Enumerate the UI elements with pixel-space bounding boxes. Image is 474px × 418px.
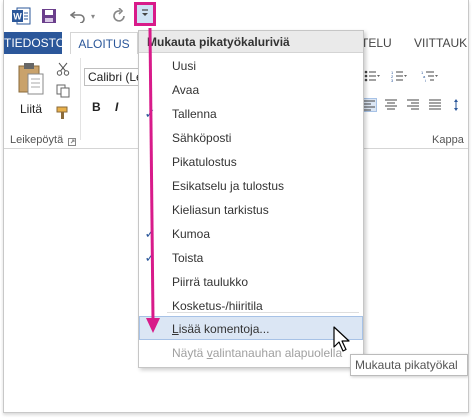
svg-text:i: i (425, 78, 426, 82)
menu-item-avaa[interactable]: Avaa (139, 78, 363, 102)
align-right-icon[interactable] (406, 98, 422, 112)
menu-item-esikatselu[interactable]: Esikatselu ja tulostus (139, 174, 363, 198)
tab-file[interactable]: TIEDOSTO (4, 32, 65, 54)
checkmark-icon: ✓ (144, 250, 156, 265)
menu-separator (167, 312, 359, 313)
customize-quick-access-button[interactable] (134, 2, 156, 26)
italic-button[interactable]: I (115, 100, 118, 114)
bold-button[interactable]: B (92, 100, 101, 114)
word-icon: W (11, 6, 31, 26)
numbering-icon[interactable]: 123 (391, 70, 407, 83)
menu-item-show-below-ribbon: Näytä valintanauhan alapuolella (139, 341, 363, 365)
font-name-field[interactable]: Calibri (Le (84, 68, 142, 86)
paste-button[interactable]: Liitä (14, 62, 48, 118)
bullets-icon[interactable] (364, 70, 380, 82)
cut-icon[interactable] (56, 62, 70, 76)
tooltip: Mukauta pikatyökal (350, 354, 468, 376)
quick-access-toolbar: W ▾ (4, 0, 468, 32)
checkmark-icon: ✓ (144, 226, 156, 241)
paste-icon (18, 63, 44, 95)
menu-item-tallenna[interactable]: ✓ Tallenna (139, 102, 363, 126)
align-center-icon[interactable] (384, 98, 400, 112)
menu-item-label: Avaa (172, 83, 200, 97)
menu-item-kieliasun-tarkistus[interactable]: Kieliasun tarkistus (139, 198, 363, 222)
svg-text:3: 3 (391, 78, 394, 82)
menu-item-label: Lisää komentoja... (172, 322, 270, 336)
menu-item-label: Uusi (172, 59, 197, 73)
menu-item-label: Kosketus-/hiiritila (172, 299, 263, 313)
line-spacing-icon[interactable] (453, 98, 468, 112)
menu-item-kumoa[interactable]: ✓ Kumoa (139, 222, 363, 246)
paste-label: Liitä (19, 102, 42, 116)
customize-qat-menu: Mukauta pikatyökaluriviä Uusi Avaa ✓ Tal… (138, 30, 364, 368)
menu-item-more-commands[interactable]: Lisää komentoja... (139, 316, 363, 340)
menu-item-kosketus-hiiritila[interactable]: Kosketus-/hiiritila (139, 294, 363, 318)
justify-icon[interactable] (428, 98, 444, 112)
tab-references[interactable]: VIITTAUK (414, 32, 467, 54)
menu-item-label: Tallenna (172, 107, 217, 121)
menu-item-pikatulostus[interactable]: Pikatulostus (139, 150, 363, 174)
chevron-down-icon (140, 7, 150, 21)
paragraph-group-label: Kappa (432, 134, 464, 146)
copy-icon[interactable] (56, 84, 70, 98)
redo-icon[interactable] (112, 6, 128, 26)
tab-design[interactable]: TELU (361, 32, 392, 54)
menu-item-label: Pikatulostus (172, 155, 237, 169)
word-window: W ▾ TIEDOSTO ALOITUS TELU VIITTAUK Liitä… (3, 0, 469, 413)
menu-item-piirra-taulukko[interactable]: Piirrä taulukko (139, 270, 363, 294)
menu-item-label: Näytä valintanauhan alapuolella (172, 346, 343, 360)
format-painter-icon[interactable] (56, 106, 70, 120)
menu-item-label: Piirrä taulukko (172, 275, 249, 289)
menu-header: Mukauta pikatyökaluriviä (139, 31, 363, 53)
dialog-launcher-icon[interactable] (68, 135, 76, 146)
checkmark-icon: ✓ (144, 106, 156, 121)
menu-item-label: Sähköposti (172, 131, 232, 145)
group-divider (80, 58, 81, 140)
undo-dropdown-icon[interactable]: ▾ (88, 6, 98, 26)
save-icon[interactable] (40, 6, 58, 26)
menu-item-toista[interactable]: ✓ Toista (139, 246, 363, 270)
menu-item-label: Esikatselu ja tulostus (172, 179, 285, 193)
svg-text:W: W (13, 12, 22, 22)
tab-home[interactable]: ALOITUS (70, 32, 138, 55)
menu-item-label: Toista (172, 251, 204, 265)
clipboard-group-label: Leikepöytä (10, 134, 64, 146)
menu-item-uusi[interactable]: Uusi (139, 54, 363, 78)
menu-item-label: Kieliasun tarkistus (172, 203, 269, 217)
menu-item-sahkoposti[interactable]: Sähköposti (139, 126, 363, 150)
undo-icon[interactable] (70, 6, 86, 26)
mouse-cursor-icon (333, 326, 353, 354)
menu-item-label: Kumoa (172, 227, 211, 241)
multilevel-list-icon[interactable]: 1ai (421, 70, 438, 83)
